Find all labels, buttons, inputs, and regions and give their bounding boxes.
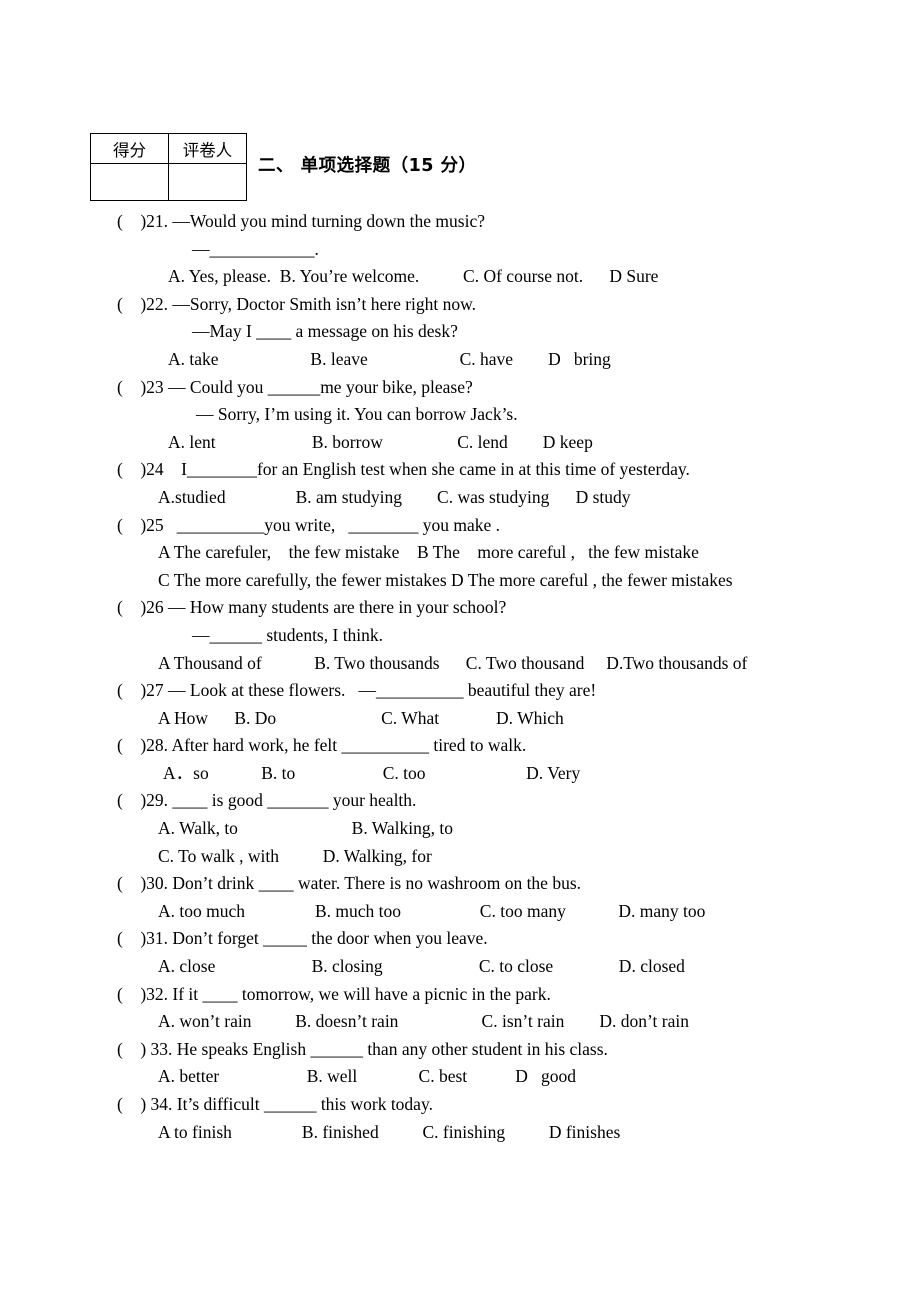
question-30-options[interactable]: A. too much B. much too C. too many D. m… [0,898,920,926]
question-29-stem: ( )29. ____ is good _______ your health. [117,790,417,811]
question-25-options-ab[interactable]: A The carefuler, the few mistake B The m… [0,539,920,567]
score-table-cell-grader[interactable] [168,163,247,201]
section-title: 二、 单项选择题（15 分） [258,156,477,176]
score-table-header-score: 得分 [90,133,169,164]
question-26-stem: ( )26 — How many students are there in y… [117,597,507,618]
score-table-cell-score[interactable] [90,163,169,201]
score-table-header-grader: 评卷人 [168,133,247,164]
question-23-stem: ( )23 — Could you ______me your bike, pl… [117,376,473,397]
question-29-options-cd[interactable]: C. To walk , with D. Walking, for [0,843,920,871]
question-33-options[interactable]: A. better B. well C. best D good [0,1063,920,1091]
question-24-options[interactable]: A.studied B. am studying C. was studying… [0,484,920,512]
question-21-stem: ( )21. —Would you mind turning down the … [117,211,485,231]
question-list: ( )21. —Would you mind turning down the … [0,208,920,1146]
question-24-stem: ( )24 I________for an English test when … [117,459,690,480]
question-30-stem: ( )30. Don’t drink ____ water. There is … [117,873,582,894]
question-34-stem: ( ) 34. It’s difficult ______ this work … [117,1094,433,1114]
question-31-stem: ( )31. Don’t forget _____ the door when … [117,928,488,949]
question-26-options[interactable]: A Thousand of B. Two thousands C. Two th… [0,650,920,678]
question-22-options[interactable]: A. take B. leave C. have D bring [0,346,920,374]
score-table: 得分 评卷人 [90,133,247,201]
question-33-stem: ( ) 33. He speaks English ______ than an… [117,1038,608,1059]
question-34-options[interactable]: A to finish B. finished C. finishing D f… [0,1119,920,1147]
question-28-stem: ( )28. After hard work, he felt ________… [117,735,527,756]
question-22-continuation: —May I ____ a message on his desk? [192,321,458,342]
question-26-continuation: —______ students, I think. [192,624,384,645]
question-23-continuation: — Sorry, I’m using it. You can borrow Ja… [196,404,518,425]
question-25-stem: ( )25 __________you write, ________ you … [117,514,501,535]
question-32-stem: ( )32. If it ____ tomorrow, we will have… [117,983,551,1004]
question-27-stem: ( )27 — Look at these flowers. —________… [117,680,597,701]
question-29-options-ab[interactable]: A. Walk, to B. Walking, to [0,815,920,843]
question-28-options[interactable]: A．so B. to C. too D. Very [0,760,920,788]
question-25-options-cd[interactable]: C The more carefully, the fewer mistakes… [0,567,920,595]
question-32-options[interactable]: A. won’t rain B. doesn’t rain C. isn’t r… [0,1008,920,1036]
question-27-options[interactable]: A How B. Do C. What D. Which [0,705,920,733]
question-21-continuation: —____________. [192,238,319,259]
question-23-options[interactable]: A. lent B. borrow C. lend D keep [0,429,920,457]
question-31-options[interactable]: A. close B. closing C. to close D. close… [0,953,920,981]
question-22-stem: ( )22. —Sorry, Doctor Smith isn’t here r… [117,293,477,314]
question-21-options[interactable]: A. Yes, please. B. You’re welcome. C. Of… [0,263,920,291]
